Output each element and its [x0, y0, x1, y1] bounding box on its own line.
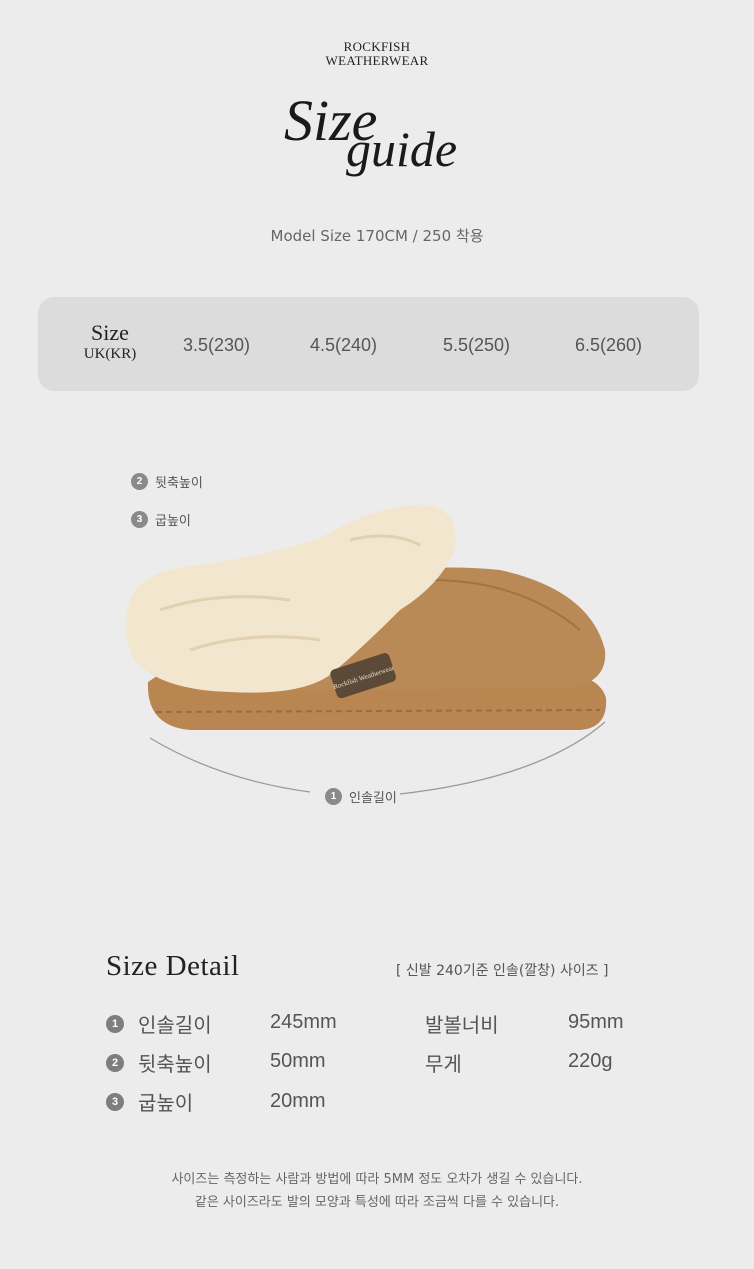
size-footnote: 사이즈는 측정하는 사람과 방법에 따라 5MM 정도 오차가 생길 수 있습니… [0, 1168, 754, 1214]
slipper-image: Rockfish Weatherwear [125, 504, 607, 795]
size-value: 6.5(260) [575, 335, 643, 355]
marker-insole-length: 1 인솔길이 [325, 787, 397, 806]
detail-value: 220g [568, 1050, 613, 1072]
detail-label: 뒷축높이 [138, 1052, 212, 1076]
detail-row: 1 인솔길이 [106, 1009, 212, 1038]
brand-line-1: ROCKFISH [343, 39, 411, 54]
detail-row: 2 뒷축높이 [106, 1048, 212, 1077]
size-table-header: Size UK(KR) [80, 321, 140, 363]
detail-value: 50mm [270, 1050, 326, 1072]
size-header-unit: UK(KR) [83, 346, 137, 362]
detail-extra-row: 무게 [425, 1048, 462, 1077]
size-detail-note: [ 신발 240기준 인솔(깔창) 사이즈 ] [396, 963, 609, 979]
model-size-text: Model Size 170CM / 250 착용 [270, 227, 484, 245]
size-header-label: Size [91, 320, 129, 345]
detail-label: 발볼너비 [425, 1013, 499, 1037]
detail-value: 245mm [270, 1011, 337, 1033]
detail-value: 95mm [568, 1011, 624, 1033]
footnote-line-2: 같은 사이즈라도 발의 모양과 특성에 따라 조금씩 다를 수 있습니다. [194, 1195, 560, 1210]
size-value: 3.5(230) [183, 335, 251, 355]
title-word-guide: guide [346, 121, 457, 177]
detail-row: 3 굽높이 [106, 1087, 193, 1116]
detail-extra-row: 발볼너비 [425, 1009, 499, 1038]
brand-line-2: WEATHERWEAR [325, 53, 429, 68]
size-guide-title: Size guide [284, 88, 457, 177]
footnote-line-1: 사이즈는 측정하는 사람과 방법에 따라 5MM 정도 오차가 생길 수 있습니… [171, 1172, 583, 1187]
size-detail-title: Size Detail [106, 950, 240, 982]
detail-value: 20mm [270, 1090, 326, 1112]
detail-number: 1 [106, 1014, 124, 1033]
marker-number: 1 [325, 788, 342, 805]
detail-label: 굽높이 [138, 1091, 194, 1115]
brand-logo: ROCKFISH WEATHERWEAR [0, 40, 754, 68]
size-table: Size UK(KR) 3.5(230) 4.5(240) 5.5(250) 6… [38, 297, 699, 391]
marker-label: 인솔길이 [349, 791, 397, 806]
insole-arc-left [149, 737, 311, 793]
detail-number: 2 [106, 1053, 124, 1072]
size-value: 4.5(240) [310, 335, 378, 355]
detail-number: 3 [106, 1092, 124, 1111]
detail-label: 무게 [425, 1052, 462, 1076]
detail-label: 인솔길이 [138, 1013, 212, 1037]
size-value: 5.5(250) [443, 335, 511, 355]
insole-arc-right [399, 721, 606, 795]
